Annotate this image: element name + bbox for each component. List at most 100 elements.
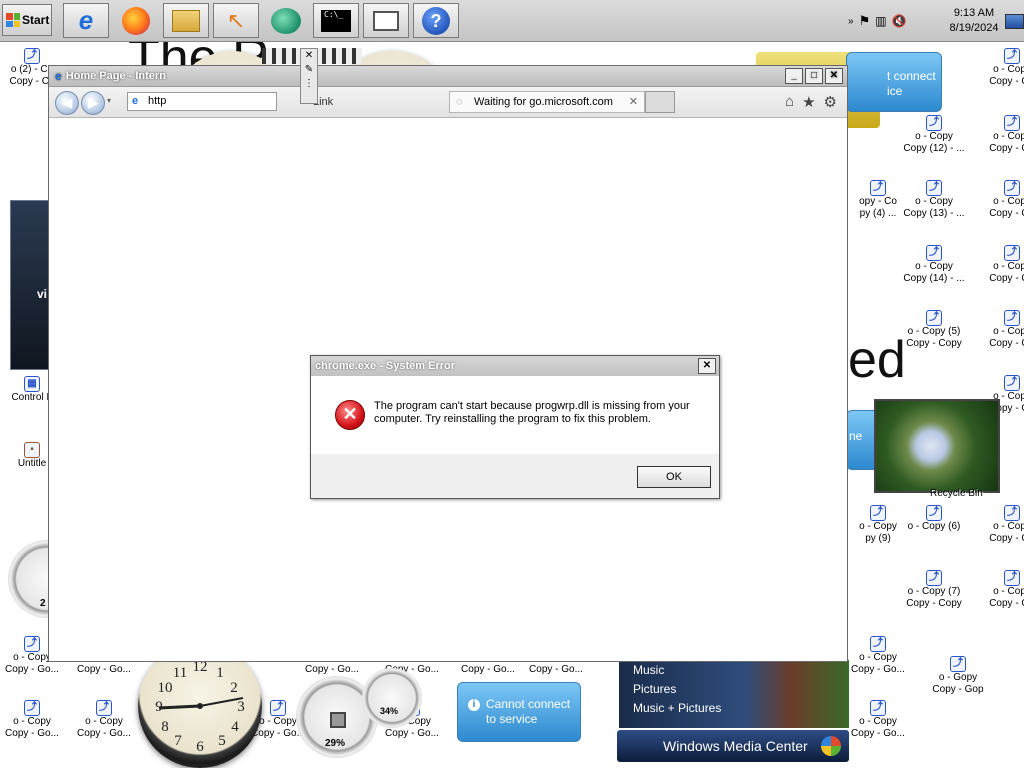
system-error-dialog[interactable]: chrome.exe - System Error ✕ ✕ The progra… [310,355,720,499]
shortcut-label: Copy - Go... [851,728,905,739]
chevron-icon[interactable]: » [848,16,854,27]
desktop-shortcut[interactable]: ⤴ o - Copy Copy - Go [980,505,1024,553]
internet-explorer-icon: e [78,5,94,35]
desktop-shortcut[interactable]: ⤴ o - Copy Copy - Go... [0,700,64,748]
taskbar-window-app-button[interactable] [363,3,409,38]
desktop-shortcut[interactable]: ⤴ o - Copy Copy - Go [980,180,1024,228]
back-button[interactable]: ◀ [55,91,79,115]
shortcut-label: o - Copy [993,521,1024,532]
taskbar-firefox-button[interactable] [113,3,159,38]
forward-button[interactable]: ▶ [81,91,105,115]
image-file-icon: ▪ [24,442,40,458]
memory-meter-gadget[interactable]: 34% [362,668,422,728]
desktop-shortcut[interactable]: ⤴ opy - Co py (4) ... [846,180,910,228]
start-button[interactable]: Start [2,4,52,36]
volume-muted-icon[interactable]: 🔇 [892,14,907,28]
desktop-shortcut[interactable]: ⤴ o - Gopy Copy - Gop [926,656,990,704]
shortcut-label: o - Copy [915,261,953,272]
close-button[interactable]: ✕ [825,68,843,84]
recycle-bin-label[interactable]: Recycle Bin [930,488,983,499]
gauge-value: 29% [325,738,346,749]
browser-tab[interactable]: ◌ Waiting for go.microsoft.com ✕ [449,91,645,113]
gadget-close-icon[interactable]: ✕ [301,49,317,63]
desktop-shortcut[interactable]: ⤴ o - Copy Copy - Go... [846,636,910,684]
flower-photo-gadget[interactable] [874,399,1000,493]
svg-text:3: 3 [237,699,245,715]
desktop-shortcut[interactable]: ⤴ o - Copy Copy - Go [980,570,1024,618]
cannot-connect-text: ne [849,429,863,443]
desktop-shortcut[interactable]: ⤴ o - Copy py (9) [846,505,910,553]
taskbar-explorer-button[interactable] [163,3,209,38]
wmc-menu-item[interactable]: Music + Pictures [633,701,721,715]
clock-date: 8/19/2024 [949,22,999,34]
shortcut-label: py (4) ... [859,208,897,219]
media-center-title: Windows Media Center [663,738,808,754]
desktop-shortcut[interactable]: ⤴ o - Copy Copy - Go [980,115,1024,163]
desktop-shortcut[interactable]: ⤴ o - Copy Copy - Go [980,48,1024,96]
show-desktop-button[interactable] [1005,14,1024,29]
ok-button[interactable]: OK [637,466,711,488]
cannot-connect-gadget[interactable]: i Cannot connect to service [457,682,581,742]
clock-face: 1212 345 678 91011 [155,659,245,755]
desktop-shortcut[interactable]: ⤴ o - Copy Copy (13) - ... [902,180,966,228]
desktop-shortcut[interactable]: ⤴ o - Copy Copy (14) - ... [902,245,966,293]
gadget-options-icon[interactable]: ✎ [301,63,317,77]
taskbar-cursor-app-button[interactable]: ↖ [213,3,259,38]
media-center-gadget[interactable]: Music Pictures Music + Pictures [619,660,849,728]
desktop-shortcut[interactable]: ⤴ o - Copy (5) Copy - Copy [902,310,966,358]
shortcut-label: Copy - Gop [932,684,984,695]
dialog-titlebar[interactable]: chrome.exe - System Error ✕ [311,356,719,376]
gauge-value: 2 [40,598,46,609]
desktop-shortcut[interactable]: ⤴ o - Copy Copy - Go [980,310,1024,358]
taskbar-chat-button[interactable] [263,3,309,38]
shortcut-label: o - Copy [85,716,123,727]
shortcut-arrow-icon: ⤴ [870,700,886,716]
desktop-shortcut[interactable]: ⤴ o - Copy Copy - Go... [846,700,910,748]
new-tab-button[interactable] [645,91,675,113]
desktop-shortcut[interactable]: ⤴ o - Copy (7) Copy - Copy [902,570,966,618]
desktop-shortcut[interactable]: ⤴ o - Copy (6) [902,505,966,553]
explorer-folder-icon [172,9,200,32]
shortcut-label: Copy (12) - ... [903,143,965,154]
gadget-drag-handle-icon[interactable]: ⋮ [301,77,317,91]
shortcut-arrow-icon: ⤴ [24,48,40,64]
favorites-star-icon[interactable]: ★ [802,93,815,111]
start-label: Start [22,13,50,27]
taskbar-help-button[interactable]: ? [413,3,459,38]
address-text: http [148,95,167,107]
network-icon[interactable]: ▥ [875,14,886,28]
media-center-title-bar[interactable]: Windows Media Center [617,730,849,762]
svg-text:6: 6 [196,739,204,755]
shortcut-arrow-icon: ⤴ [1004,180,1020,196]
tab-close-icon[interactable]: ✕ [629,92,638,112]
desktop-shortcut[interactable]: ⤴ o - Copy Copy - Go... [72,700,136,748]
maximize-button[interactable]: □ [805,68,823,84]
wmc-menu-item[interactable]: Pictures [633,682,676,696]
analog-clock-gadget[interactable]: 1212 345 678 91011 [138,644,262,768]
shortcut-label: Copy - Go [989,273,1024,284]
settings-gear-icon[interactable]: ⚙ [824,93,837,111]
taskbar-cmd-button[interactable]: C:\_ [313,3,359,38]
help-icon: ? [422,6,450,35]
shortcut-label: Copy - Go [989,533,1024,544]
wmc-menu-item[interactable]: Music [633,663,664,677]
address-bar[interactable]: e http [127,92,277,111]
flag-icon[interactable]: ⚑ [859,13,871,29]
shortcut-label: o - Copy (7) [907,586,961,597]
desktop-shortcut[interactable]: ⤴ o - Copy Copy (12) - ... [902,115,966,163]
nav-dropdown-icon[interactable]: ▾ [107,96,111,105]
ie-window-title: Home Page - Intern [65,70,166,82]
dialog-close-button[interactable]: ✕ [698,358,716,374]
clock-time: 9:13 AM [953,7,995,19]
taskbar-ie-button[interactable]: e [63,3,109,38]
ie-titlebar[interactable]: e Home Page - Intern _ □ ✕ [49,66,847,87]
shortcut-arrow-icon: ⤴ [1004,570,1020,586]
shortcut-label: o - Copy [859,716,897,727]
svg-text:11: 11 [173,665,187,681]
minimize-button[interactable]: _ [785,68,803,84]
home-icon[interactable]: ⌂ [785,93,794,111]
shortcut-label: o - Copy [993,586,1024,597]
desktop-shortcut[interactable]: ⤴ o - Copy Copy - Go [980,245,1024,293]
cannot-connect-gadget-top[interactable]: t connect ice [846,52,942,112]
taskbar-clock[interactable]: 9:13 AM 8/19/2024 [940,6,1008,36]
